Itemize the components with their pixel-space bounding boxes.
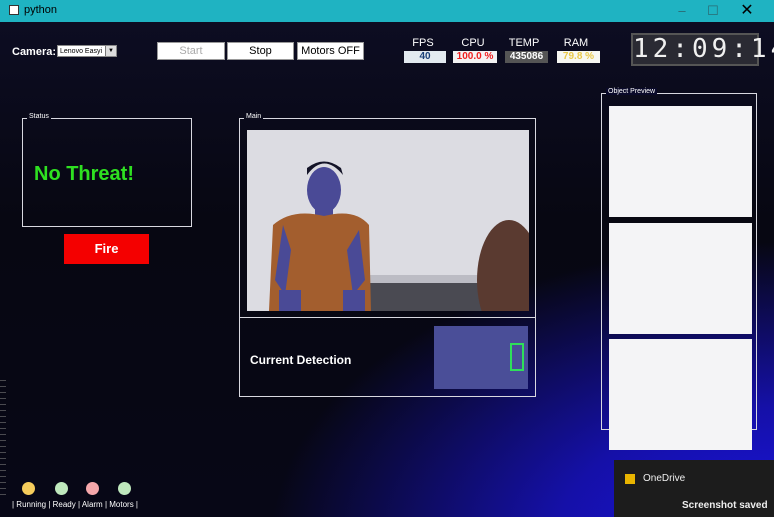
chevron-down-icon[interactable]: ▼	[105, 46, 116, 56]
onedrive-icon	[625, 474, 635, 484]
temp-value: 435086	[505, 51, 548, 63]
cpu-label: CPU	[461, 37, 485, 49]
main-divider	[239, 317, 536, 318]
alarm-indicator	[86, 482, 99, 495]
camera-feed-image	[247, 130, 529, 311]
temp-label: TEMP	[508, 37, 540, 49]
threat-status-text: No Threat!	[34, 163, 134, 185]
detection-bounding-box	[510, 343, 524, 371]
current-detection-label: Current Detection	[250, 353, 352, 367]
fps-value: 40	[404, 51, 446, 63]
stop-button[interactable]: Stop	[227, 42, 294, 60]
fps-label: FPS	[412, 37, 434, 49]
preview-slot-3	[609, 339, 752, 450]
minimize-button[interactable]: –	[665, 2, 699, 20]
close-button[interactable]: ✕	[730, 2, 764, 20]
digital-clock: 12:09:14	[631, 33, 774, 66]
fire-button[interactable]: Fire	[64, 234, 149, 264]
window-title: python	[24, 4, 58, 16]
title-bar: python – ☐ ✕	[0, 0, 774, 22]
status-bar-text: | Running | Ready | Alarm | Motors |	[12, 500, 138, 509]
object-preview-title: Object Preview	[606, 88, 658, 95]
camera-label: Camera:	[12, 46, 57, 58]
camera-select-value: Lenovo Easyi	[60, 48, 103, 55]
onedrive-notification[interactable]: OneDrive Screenshot saved	[614, 460, 774, 517]
motors-indicator	[118, 482, 131, 495]
main-panel-title: Main	[244, 113, 264, 120]
cpu-value: 100.0 %	[453, 51, 497, 63]
window-edge	[0, 380, 6, 500]
camera-feed	[247, 130, 529, 311]
preview-slot-1	[609, 106, 752, 217]
notification-app-name: OneDrive	[643, 473, 686, 484]
ram-label: RAM	[563, 37, 589, 49]
maximize-button[interactable]: ☐	[696, 2, 730, 20]
notification-message: Screenshot saved	[682, 500, 768, 511]
camera-select[interactable]: Lenovo Easyi ▼	[57, 45, 117, 57]
status-panel-title: Status	[27, 113, 51, 120]
motors-off-button[interactable]: Motors OFF	[297, 42, 364, 60]
start-button[interactable]: Start	[157, 42, 225, 60]
running-indicator	[22, 482, 35, 495]
app-icon	[9, 5, 19, 15]
ready-indicator	[55, 482, 68, 495]
preview-slot-2	[609, 223, 752, 334]
ram-value: 79.8 %	[557, 51, 600, 63]
